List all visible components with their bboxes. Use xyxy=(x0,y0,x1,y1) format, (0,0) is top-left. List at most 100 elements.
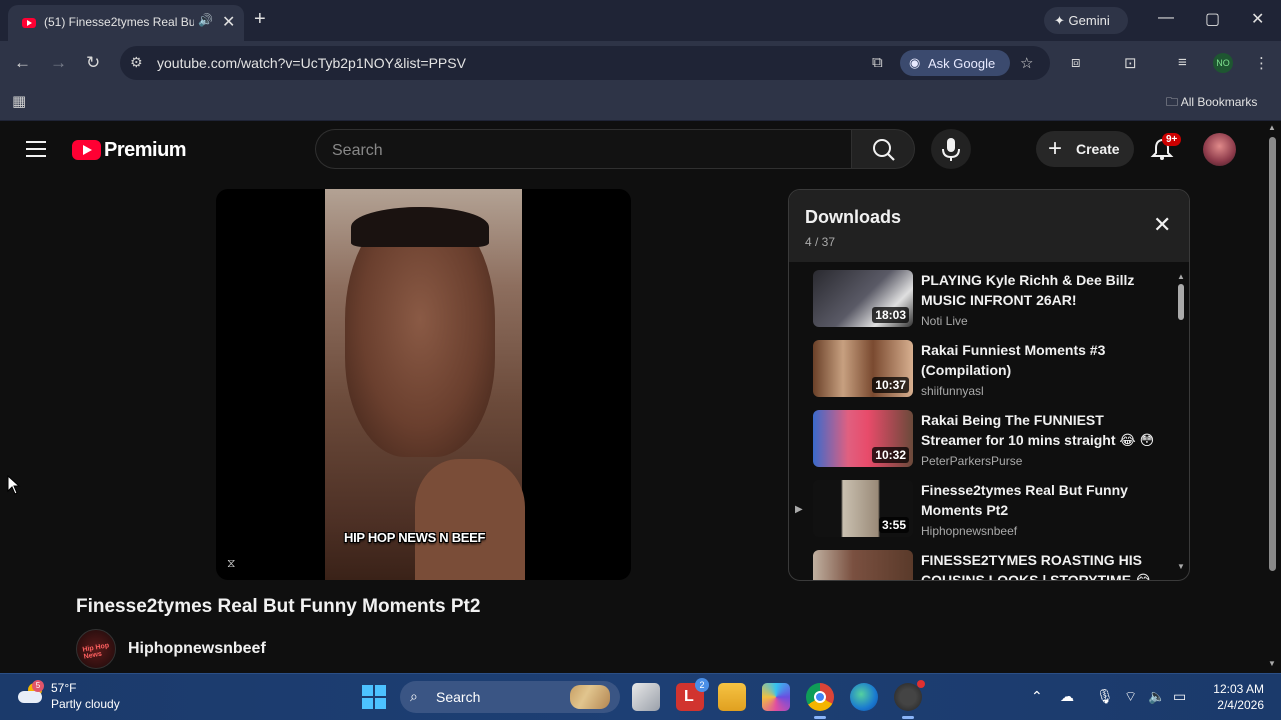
task-view-icon[interactable] xyxy=(632,683,660,711)
create-label: Create xyxy=(1076,141,1120,157)
chrome-icon[interactable] xyxy=(806,683,834,719)
url-text[interactable]: youtube.com/watch?v=UcTyb2p1NOY&list=PPS… xyxy=(157,55,466,71)
playlist-item[interactable]: 18:03 PLAYING Kyle Richh & Dee Billz MUS… xyxy=(789,270,1174,340)
create-button[interactable]: + Create xyxy=(1036,131,1134,167)
reload-button[interactable]: ↻ xyxy=(86,53,100,73)
duration-badge: 10:37 xyxy=(872,377,909,393)
video-thumbnail: 3:55 xyxy=(813,480,913,537)
windows-start-icon[interactable] xyxy=(362,685,386,709)
show-hidden-icons-chevron-icon[interactable]: ⌃ xyxy=(1031,688,1043,705)
edge-icon[interactable] xyxy=(850,683,878,711)
new-tab-button[interactable]: + xyxy=(254,8,266,31)
playlist-item-current[interactable]: ▶ 3:55 Finesse2tymes Real But Funny Mome… xyxy=(789,480,1174,550)
playlist-title[interactable]: Downloads xyxy=(805,207,901,228)
active-tab[interactable]: (51) Finesse2tymes Real But Funny Moment… xyxy=(8,5,244,41)
battery-icon[interactable]: ▭ xyxy=(1173,688,1186,705)
playlist-item[interactable]: 10:37 Rakai Funniest Moments #3 (Compila… xyxy=(789,340,1174,410)
playlist-item[interactable]: 10:32 Rakai Being The FUNNIEST Streamer … xyxy=(789,410,1174,480)
bookmarks-bar: ▦ 🗀 All Bookmarks xyxy=(0,85,1281,121)
tab-search-icon[interactable]: ⊡ xyxy=(1124,54,1137,72)
office-app-icon[interactable]: L 2 xyxy=(676,678,709,711)
duration-badge: 3:55 xyxy=(878,517,909,533)
notifications-button[interactable]: 9+ xyxy=(1150,133,1182,166)
extensions-icon[interactable]: ⧈ xyxy=(1071,54,1081,71)
voice-search-button[interactable] xyxy=(931,129,971,169)
install-app-icon[interactable]: ⧉ xyxy=(872,54,883,71)
search-highlight-image xyxy=(570,685,610,709)
ask-google-label: Ask Google xyxy=(928,56,996,71)
microphone-icon xyxy=(942,138,960,161)
playlist-scroll-thumb[interactable] xyxy=(1178,284,1184,320)
video-caption-overlay: HIP HOP NEWS N BEEF xyxy=(344,530,486,545)
maximize-button[interactable]: ▢ xyxy=(1205,9,1220,29)
video-player[interactable]: HIP HOP NEWS N BEEF ⧖ xyxy=(216,189,631,580)
playlist-item-title: Rakai Funniest Moments #3 (Compilation) xyxy=(921,342,1106,378)
clock-date[interactable]: 2/4/2026 xyxy=(1210,698,1264,712)
playlist-position: 4 / 37 xyxy=(805,235,836,249)
close-playlist-icon[interactable]: ✕ xyxy=(1153,212,1171,238)
gemini-button[interactable]: ✦ Gemini xyxy=(1044,7,1128,34)
profile-avatar[interactable]: NO xyxy=(1213,53,1233,73)
minimize-button[interactable]: — xyxy=(1158,9,1174,27)
video-person-hand xyxy=(415,459,525,580)
scroll-up-icon[interactable]: ▲ xyxy=(1177,272,1185,281)
playlist-item[interactable]: FINESSE2TYMES ROASTING HIS COUSINS LOOKS… xyxy=(789,550,1174,580)
now-playing-icon: ▶ xyxy=(795,504,803,515)
search-input[interactable]: Search xyxy=(315,129,852,169)
obs-studio-icon[interactable] xyxy=(894,680,925,719)
weather-temperature[interactable]: 57°F xyxy=(51,681,76,695)
video-thumbnail xyxy=(813,550,913,580)
file-explorer-icon[interactable] xyxy=(718,683,746,711)
tab-title: (51) Finesse2tymes Real But Funny Moment… xyxy=(44,15,194,29)
gemini-label: Gemini xyxy=(1068,13,1110,28)
miniplayer-icon[interactable]: ⧖ xyxy=(227,556,235,571)
close-window-button[interactable]: ✕ xyxy=(1251,9,1264,29)
scroll-up-icon[interactable]: ▲ xyxy=(1268,123,1276,132)
volume-icon[interactable]: 🔈 xyxy=(1148,688,1165,705)
plus-icon: + xyxy=(1048,135,1063,162)
hamburger-menu-icon[interactable] xyxy=(26,141,46,157)
back-button[interactable]: ← xyxy=(14,53,31,73)
more-menu-icon[interactable]: ⋮ xyxy=(1254,54,1269,72)
page-scrollbar[interactable]: ▲ ▼ xyxy=(1266,121,1278,673)
page-scroll-thumb[interactable] xyxy=(1269,137,1276,571)
channel-name[interactable]: Hiphopnewsnbeef xyxy=(128,640,266,658)
onedrive-cloud-icon[interactable]: ☁ xyxy=(1060,688,1074,705)
playlist-item-channel: Noti Live xyxy=(921,314,968,328)
forward-button[interactable]: → xyxy=(50,53,67,73)
weather-description[interactable]: Partly cloudy xyxy=(51,697,120,711)
bookmark-star-icon[interactable]: ☆ xyxy=(1020,54,1033,72)
search-icon: ⌕ xyxy=(410,688,418,704)
close-tab-icon[interactable]: ✕ xyxy=(222,12,235,32)
playlist-panel: Downloads 4 / 37 ✕ 18:03 PLAYING Kyle Ri… xyxy=(788,189,1190,581)
audio-playing-icon[interactable]: 🔊 xyxy=(198,13,213,27)
taskbar-search-box[interactable]: ⌕ Search xyxy=(400,681,620,713)
video-person-hair xyxy=(351,207,489,247)
microsoft-365-icon[interactable] xyxy=(762,683,790,711)
ask-google-button[interactable]: ◉ Ask Google xyxy=(900,50,1010,76)
video-thumbnail: 18:03 xyxy=(813,270,913,327)
scroll-down-icon[interactable]: ▼ xyxy=(1177,562,1185,571)
address-bar[interactable]: ⚙ youtube.com/watch?v=UcTyb2p1NOY&list=P… xyxy=(120,46,1050,80)
site-info-icon[interactable]: ⚙ xyxy=(130,54,143,71)
wifi-icon[interactable]: ⌔ xyxy=(1124,688,1137,706)
media-controls-icon[interactable]: ≡ xyxy=(1178,54,1187,71)
scroll-down-icon[interactable]: ▼ xyxy=(1268,659,1276,668)
weather-partly-cloudy-icon[interactable]: 5 xyxy=(18,680,44,705)
channel-avatar[interactable]: Hip Hop News xyxy=(76,629,116,669)
channel-avatar-logo-text: Hip Hop News xyxy=(82,642,110,661)
all-bookmarks-button[interactable]: 🗀 All Bookmarks xyxy=(1166,93,1257,114)
clock-time[interactable]: 12:03 AM xyxy=(1210,682,1264,696)
taskbar-search-placeholder: Search xyxy=(436,689,481,705)
playlist-items: 18:03 PLAYING Kyle Richh & Dee Billz MUS… xyxy=(789,270,1189,580)
playlist-header: Downloads 4 / 37 ✕ xyxy=(789,190,1189,262)
microphone-icon[interactable]: 🎙 xyxy=(1096,688,1114,705)
playlist-item-channel: shiifunnyasl xyxy=(921,384,984,398)
account-avatar[interactable] xyxy=(1203,133,1236,166)
search-button[interactable] xyxy=(851,129,915,169)
search-icon xyxy=(873,139,895,161)
playlist-scrollbar[interactable]: ▲ ▼ xyxy=(1177,272,1185,572)
video-frame xyxy=(325,189,525,580)
windows-taskbar: 5 57°F Partly cloudy ⌕ Search L 2 ⌃ ☁ 🎙 … xyxy=(0,673,1281,720)
apps-grid-icon[interactable]: ▦ xyxy=(12,92,26,110)
